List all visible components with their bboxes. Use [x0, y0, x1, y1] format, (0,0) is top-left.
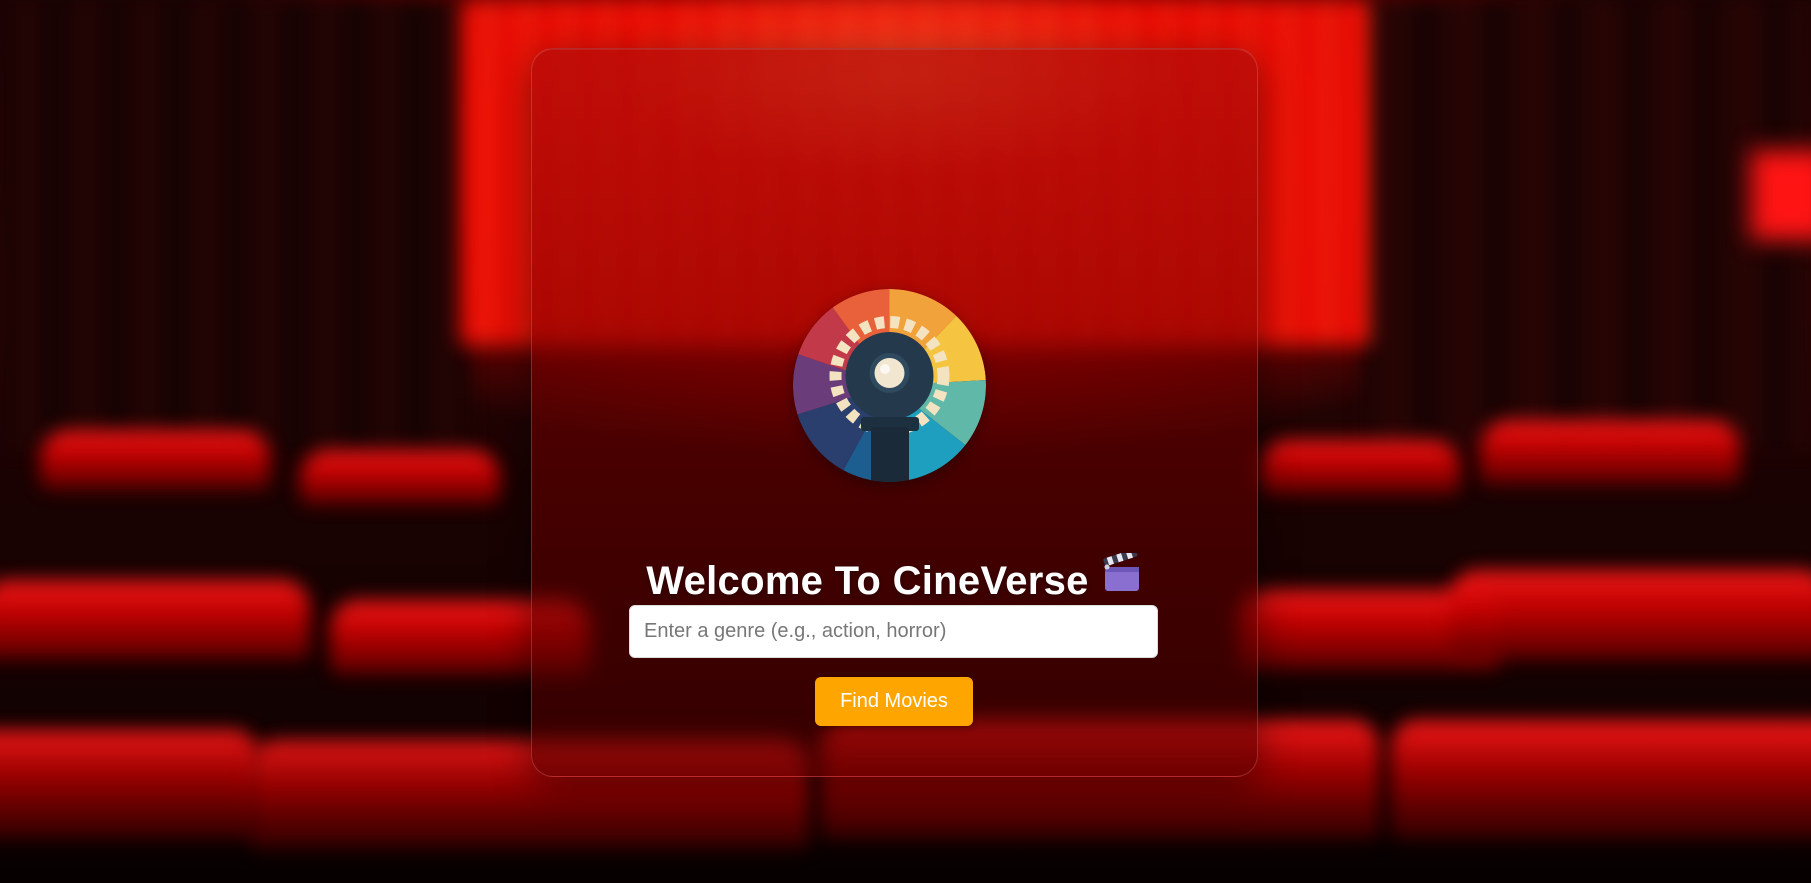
- page-title: Welcome To CineVerse: [531, 549, 1256, 609]
- genre-search-input[interactable]: [629, 605, 1158, 658]
- find-movies-button[interactable]: Find Movies: [815, 677, 973, 726]
- clapperboard-icon: [1103, 549, 1141, 608]
- brand-name: CineVerse: [892, 558, 1089, 603]
- film-projector-logo-icon: [793, 289, 986, 482]
- title-prefix: Welcome To: [646, 558, 893, 603]
- page: Welcome To CineVerse Find Movies: [0, 0, 1811, 883]
